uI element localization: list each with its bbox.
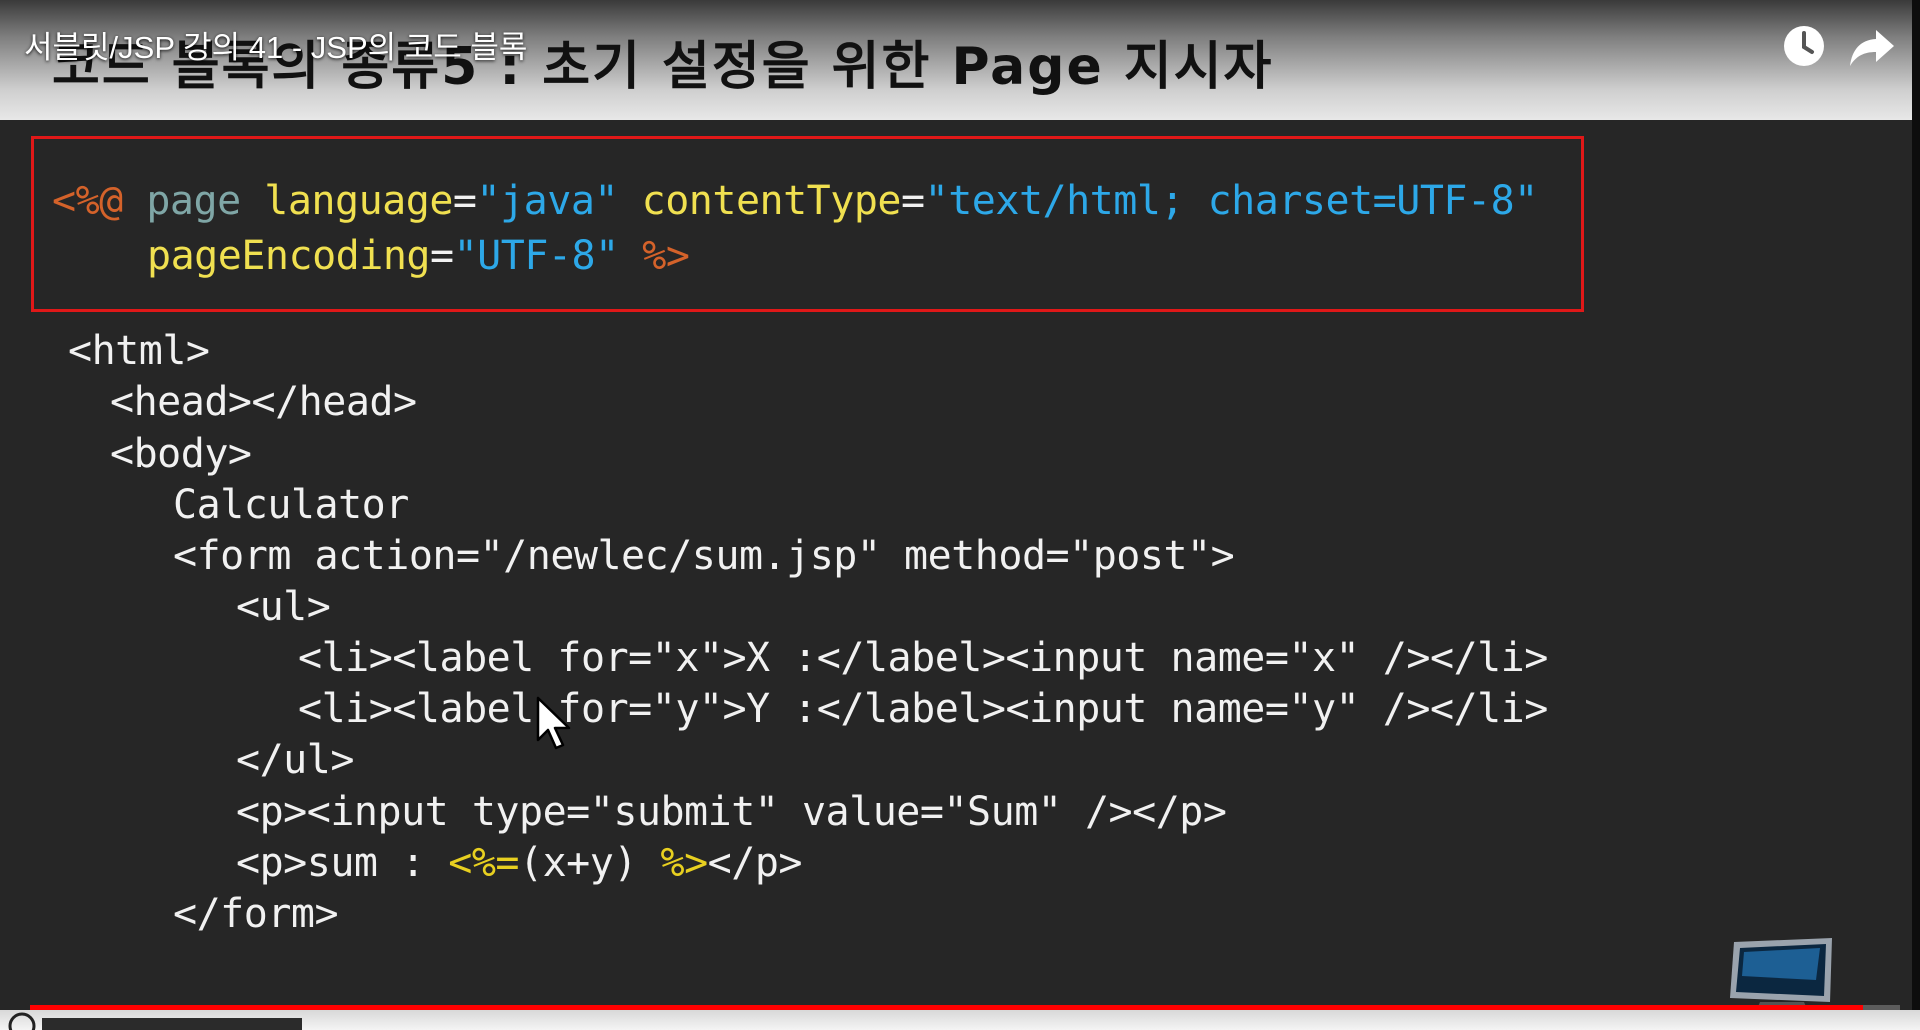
video-player[interactable]: 코드 블록의 종류5 : 초기 설정을 위한 Page 지시자 서블릿/JSP … xyxy=(0,0,1920,1030)
directive-close: %> xyxy=(642,233,690,279)
code-line: Calculator xyxy=(173,482,409,528)
watch-later-button[interactable] xyxy=(1778,20,1830,72)
val-pageencoding: "UTF-8" xyxy=(453,233,620,279)
code-line: <li><label for="y">Y :</label><input nam… xyxy=(298,686,1548,732)
code-line: <ul> xyxy=(236,584,331,630)
code-line: </ul> xyxy=(236,737,354,783)
sum-suffix: </p> xyxy=(707,840,803,886)
val-language: "java" xyxy=(476,178,619,224)
directive-keyword: page xyxy=(146,178,241,224)
share-arrow-icon xyxy=(1850,30,1894,66)
code-line: </form> xyxy=(173,891,339,937)
clock-icon xyxy=(1784,26,1824,66)
newlecture-logo xyxy=(8,1012,302,1030)
code-line: <li><label for="x">X :</label><input nam… xyxy=(298,635,1548,681)
code-line: <body> xyxy=(110,431,252,477)
attr-contenttype: contentType xyxy=(641,178,902,224)
directive-open: <%@ xyxy=(52,178,123,224)
expr-open: <%= xyxy=(448,840,519,886)
code-line: <html> xyxy=(68,328,210,374)
slide-header: 코드 블록의 종류5 : 초기 설정을 위한 Page 지시자 서블릿/JSP … xyxy=(0,0,1920,120)
directive-line-1: <%@ page language="java" contentType="te… xyxy=(52,178,1538,224)
attr-pageencoding: pageEncoding xyxy=(147,233,430,279)
frame-edge xyxy=(1912,0,1920,1030)
sum-prefix: <p>sum : xyxy=(236,840,449,886)
share-button[interactable] xyxy=(1846,20,1898,72)
code-line: <p><input type="submit" value="Sum" /></… xyxy=(236,789,1227,835)
directive-line-2: pageEncoding="UTF-8" %> xyxy=(147,233,690,279)
code-line-sum: <p>sum : <%=(x+y) %></p> xyxy=(236,840,803,886)
val-contenttype: "text/html; charset=UTF-8" xyxy=(924,178,1539,224)
directive-highlight-box xyxy=(31,136,1584,312)
expr-body: (x+y) xyxy=(519,840,637,886)
attr-language: language xyxy=(264,178,453,224)
code-line: <form action="/newlec/sum.jsp" method="p… xyxy=(173,533,1235,579)
expr-close: %> xyxy=(636,840,709,886)
code-line: <head></head> xyxy=(110,379,417,425)
mouse-pointer-icon xyxy=(536,696,571,750)
video-title[interactable]: 서블릿/JSP 강의 41 - JSP의 코드 블록 xyxy=(24,22,527,67)
